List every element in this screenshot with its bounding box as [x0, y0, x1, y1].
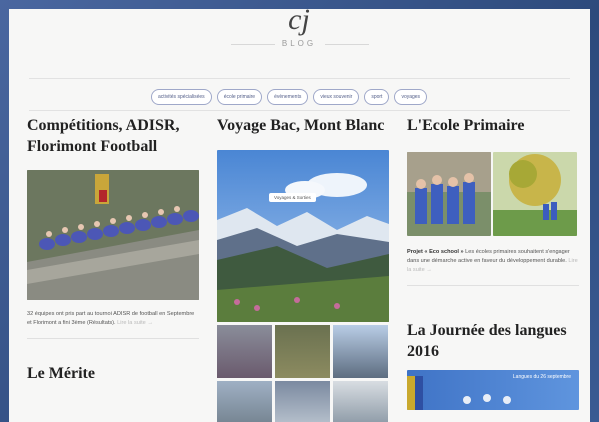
post-title[interactable]: L'Ecole Primaire: [407, 115, 579, 136]
read-more-link[interactable]: Lire la suite →: [117, 320, 153, 326]
post-excerpt-text: 32 équipes ont pris part au tournoi ADIS…: [27, 311, 195, 326]
blog-page: cj BLOG activités spécialisées école pri…: [9, 9, 590, 422]
category-tags: activités spécialisées école primaire év…: [151, 89, 428, 105]
post-column-2: Voyage Bac, Mont Blanc Voyages & Sorties: [217, 115, 389, 422]
post-divider: [27, 338, 199, 339]
mountain-photo-icon: [217, 150, 389, 322]
tag-voyages[interactable]: voyages: [394, 89, 428, 105]
tag-evenements[interactable]: évènements: [267, 89, 309, 105]
blog-label: BLOG: [281, 39, 317, 48]
tag-activites[interactable]: activités spécialisées: [151, 89, 212, 105]
photo-thumb-2[interactable]: [275, 325, 330, 378]
post-column-1: Compétitions, ADISR, Florimont Football: [27, 115, 199, 384]
post-image-school-2[interactable]: [493, 152, 577, 236]
post-excerpt: 32 équipes ont pris part au tournoi ADIS…: [27, 310, 199, 328]
header-rule-right: [325, 44, 369, 45]
category-badge[interactable]: Voyages & Sorties: [269, 193, 316, 202]
post-divider: [407, 285, 579, 286]
post-image-football[interactable]: [27, 170, 199, 300]
post-images: [407, 152, 579, 236]
banner-text: Langues du 26 septembre: [512, 374, 571, 380]
tags-divider: [29, 110, 570, 111]
site-logo[interactable]: cj: [279, 9, 319, 35]
tag-sport[interactable]: sport: [364, 89, 390, 105]
next-post-title[interactable]: La Journée des langues 2016: [407, 320, 579, 362]
excerpt-lead: Projet « Eco school »: [407, 249, 464, 255]
photo-thumb-5[interactable]: [275, 381, 330, 422]
post-image-school-1[interactable]: [407, 152, 491, 236]
post-image-mont-blanc[interactable]: Voyages & Sorties: [217, 150, 389, 322]
photo-grid: [217, 325, 389, 422]
header-rule-left: [231, 44, 275, 45]
post-title[interactable]: Compétitions, ADISR, Florimont Football: [27, 115, 199, 157]
header-divider: [29, 78, 570, 79]
tag-ecole-primaire[interactable]: école primaire: [216, 89, 263, 105]
tree-photo-icon: [493, 152, 577, 236]
photo-thumb-6[interactable]: [333, 381, 388, 422]
next-post-title[interactable]: Le Mérite: [27, 363, 199, 384]
students-photo-icon: [407, 152, 491, 236]
tag-souvenir[interactable]: vieux souvenir: [313, 89, 360, 105]
post-excerpt: Projet « Eco school » Les écoles primair…: [407, 248, 579, 275]
post-title[interactable]: Voyage Bac, Mont Blanc: [217, 115, 389, 136]
photo-thumb-1[interactable]: [217, 325, 272, 378]
post-image-languages[interactable]: Langues du 26 septembre: [407, 370, 579, 410]
post-column-3: L'Ecole Primaire Projet « Eco school » L…: [407, 115, 579, 410]
photo-thumb-3[interactable]: [333, 325, 388, 378]
photo-thumb-4[interactable]: [217, 381, 272, 422]
team-photo-icon: [27, 170, 199, 300]
